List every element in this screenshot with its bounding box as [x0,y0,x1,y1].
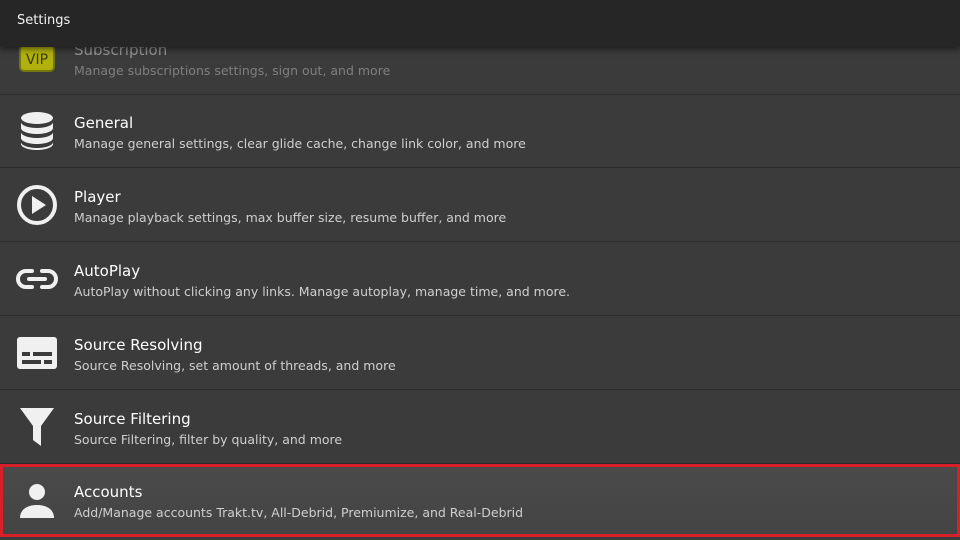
settings-item-label: Accounts [74,483,143,501]
subtitles-icon [15,331,59,375]
settings-item-description: Manage general settings, clear glide cac… [74,136,526,151]
settings-item-accounts[interactable]: Accounts Add/Manage accounts Trakt.tv, A… [0,464,960,537]
vip-badge-text: VIP [26,52,48,68]
settings-item-autoplay[interactable]: AutoPlay AutoPlay without clicking any l… [0,243,960,316]
filter-icon [15,405,59,449]
settings-item-label: Source Resolving [74,336,203,354]
settings-item-description: Source Resolving, set amount of threads,… [74,358,396,373]
app-bar: Settings [0,0,960,47]
play-circle-icon [15,183,59,227]
settings-item-source-filtering[interactable]: Source Filtering Source Filtering, filte… [0,391,960,464]
settings-item-description: Manage playback settings, max buffer siz… [74,210,507,225]
settings-item-player[interactable]: Player Manage playback settings, max buf… [0,169,960,242]
settings-item-description: Source Filtering, filter by quality, and… [74,432,343,447]
settings-item-description: Add/Manage accounts Trakt.tv, All-Debrid… [74,505,524,520]
settings-item-general[interactable]: General Manage general settings, clear g… [0,95,960,168]
person-icon [15,479,59,523]
settings-item-label: AutoPlay [74,262,141,280]
settings-item-label: Player [74,188,121,206]
link-icon [15,257,59,301]
settings-item-label: General [74,114,134,132]
settings-item-label: Source Filtering [74,410,191,428]
settings-item-source-resolving[interactable]: Source Resolving Source Resolving, set a… [0,317,960,390]
page-title: Settings [17,13,71,28]
settings-item-description: AutoPlay without clicking any links. Man… [74,284,570,299]
settings-list: VIP Subscription Manage subscriptions se… [0,22,960,540]
database-icon [15,109,59,153]
settings-item-description: Manage subscriptions settings, sign out,… [74,63,391,78]
